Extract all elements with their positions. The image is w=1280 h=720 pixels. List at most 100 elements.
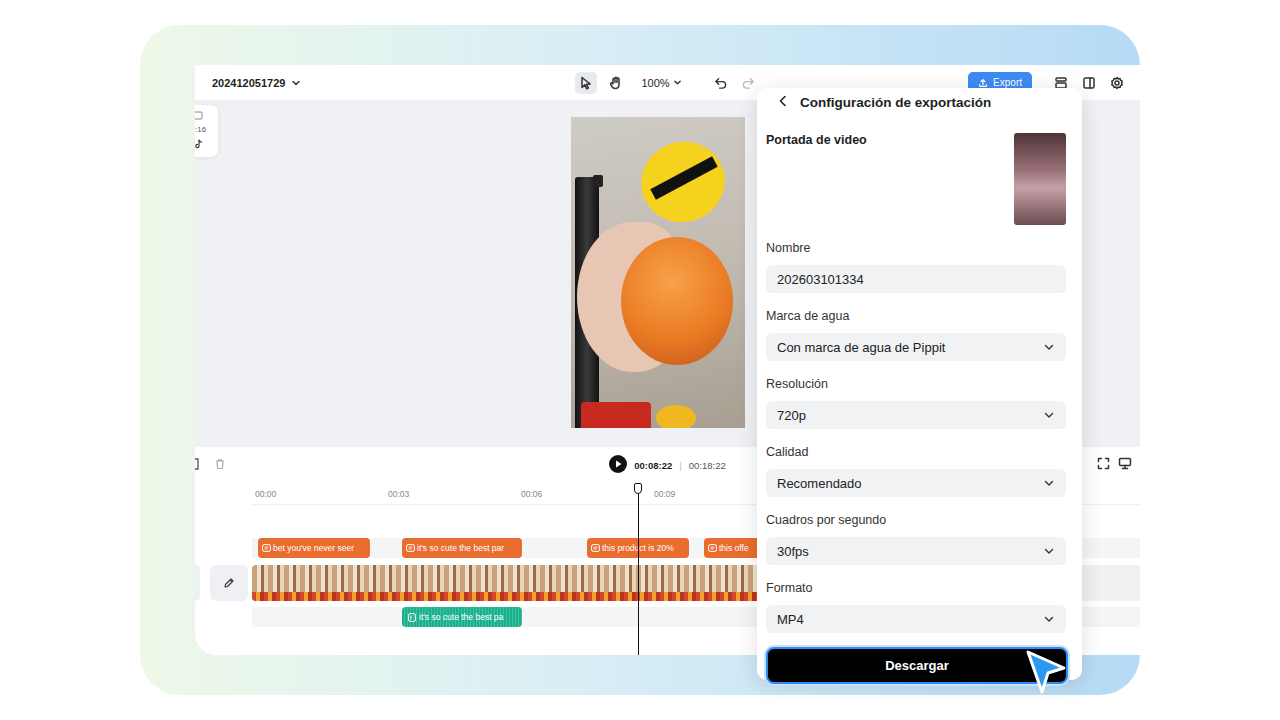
undo-button[interactable] bbox=[710, 72, 732, 94]
zoom-select[interactable]: 100% bbox=[641, 77, 681, 89]
total-time: 00:18:22 bbox=[689, 460, 726, 471]
setting-group: Nombre 202603101334 bbox=[766, 225, 1066, 293]
cover-thumbnail[interactable] bbox=[1014, 133, 1066, 225]
play-icon bbox=[609, 455, 627, 473]
panel-header: Configuración de exportación bbox=[766, 88, 1066, 116]
track-empty-area bbox=[1082, 565, 1140, 601]
playhead[interactable] bbox=[638, 483, 640, 655]
setting-select[interactable]: 30fps bbox=[766, 537, 1066, 565]
redo-icon bbox=[742, 76, 755, 89]
chevron-down-icon bbox=[291, 78, 301, 88]
audio-text: it's so cute the best pa bbox=[419, 612, 503, 622]
play-button[interactable] bbox=[609, 455, 627, 475]
tool-button[interactable] bbox=[575, 72, 597, 94]
caption-icon bbox=[708, 544, 717, 552]
split-panel-icon bbox=[1082, 76, 1096, 90]
setting-label: Nombre bbox=[766, 241, 1066, 255]
setting-label: Marca de agua bbox=[766, 309, 1066, 323]
setting-select[interactable]: Recomendado bbox=[766, 469, 1066, 497]
audio-clip[interactable]: it's so cute the best pa bbox=[402, 607, 522, 627]
chevron-down-icon bbox=[1043, 613, 1055, 625]
chevron-down-icon bbox=[1043, 341, 1055, 353]
ruler-label: 00:06 bbox=[521, 489, 542, 499]
hand-icon bbox=[609, 76, 623, 90]
setting-select[interactable]: 720p bbox=[766, 401, 1066, 429]
setting-select[interactable]: Con marca de agua de Pippit bbox=[766, 333, 1066, 361]
ruler-label: 00:00 bbox=[255, 489, 276, 499]
setting-value[interactable]: MP4 bbox=[777, 612, 804, 627]
setting-value[interactable]: 720p bbox=[777, 408, 806, 423]
panel-title: Configuración de exportación bbox=[800, 95, 991, 110]
setting-label: Cuadros por segundo bbox=[766, 513, 1066, 527]
project-title[interactable]: 202412051729 bbox=[212, 77, 285, 89]
pointer-icon bbox=[579, 76, 593, 90]
monitor-icon bbox=[1118, 457, 1132, 470]
setting-group: Cuadros por segundo 30fps bbox=[766, 497, 1066, 565]
redo-button[interactable] bbox=[738, 72, 760, 94]
tool-button[interactable] bbox=[605, 72, 627, 94]
playback-controls: 00:08:22 | 00:18:22 bbox=[609, 455, 725, 475]
download-button[interactable]: Descargar bbox=[766, 647, 1068, 684]
pole-top bbox=[593, 175, 603, 187]
setting-value[interactable]: Recomendado bbox=[777, 476, 862, 491]
caption-text: it's so cute the best par bbox=[417, 543, 504, 553]
canvas-tools: 100% bbox=[575, 72, 759, 94]
caption-icon bbox=[406, 544, 415, 552]
caption-clip[interactable]: this offe bbox=[704, 538, 762, 558]
delete-button[interactable] bbox=[214, 456, 226, 474]
tiktok-icon bbox=[195, 139, 203, 149]
playhead-handle[interactable] bbox=[634, 483, 642, 494]
edit-track-button[interactable] bbox=[210, 565, 248, 601]
fullscreen-button[interactable] bbox=[1097, 456, 1110, 474]
project-title-area[interactable]: 202412051729 bbox=[195, 77, 575, 89]
aspect-ratio-label[interactable]: :16 bbox=[195, 125, 206, 134]
trash-icon bbox=[214, 458, 226, 470]
current-time: 00:08:22 bbox=[634, 460, 672, 471]
caption-icon bbox=[262, 544, 271, 552]
setting-value[interactable]: 202603101334 bbox=[777, 272, 864, 287]
setting-label: Calidad bbox=[766, 445, 1066, 459]
caption-clip[interactable]: it's so cute the best par bbox=[402, 538, 522, 558]
caption-clip[interactable]: bet you've never seer bbox=[258, 538, 370, 558]
chevron-down-icon bbox=[1043, 409, 1055, 421]
video-preview[interactable] bbox=[571, 117, 745, 428]
caption-text: bet you've never seer bbox=[273, 543, 354, 553]
setting-label: Formato bbox=[766, 581, 1066, 595]
time-separator: | bbox=[679, 460, 681, 471]
voice-icon bbox=[408, 613, 416, 622]
name-input[interactable]: 202603101334 bbox=[766, 265, 1066, 293]
settings-button[interactable] bbox=[1106, 72, 1128, 94]
track-side-button[interactable] bbox=[195, 565, 200, 601]
cursor-icon bbox=[1020, 646, 1072, 698]
preview-monitor-button[interactable] bbox=[1118, 456, 1132, 474]
export-settings-panel: Configuración de exportaciónPortada de v… bbox=[757, 88, 1082, 680]
pencil-icon bbox=[223, 577, 235, 589]
chevron-down-icon bbox=[673, 78, 682, 87]
chevron-down-icon bbox=[1043, 545, 1055, 557]
gear-icon bbox=[1110, 76, 1124, 90]
setting-group: Calidad Recomendado bbox=[766, 429, 1066, 497]
red-base bbox=[581, 402, 651, 428]
caption-icon bbox=[591, 544, 600, 552]
setting-select[interactable]: MP4 bbox=[766, 605, 1066, 633]
setting-value[interactable]: Con marca de agua de Pippit bbox=[777, 340, 945, 355]
timeline-edit-tools bbox=[195, 456, 609, 474]
setting-group: Resolución720p bbox=[766, 361, 1066, 429]
burger bbox=[621, 237, 733, 365]
yellow-toy bbox=[656, 405, 696, 428]
fullscreen-icon bbox=[1097, 457, 1110, 470]
split-icon bbox=[195, 458, 200, 470]
split-button[interactable] bbox=[195, 456, 200, 474]
setting-value[interactable]: 30fps bbox=[777, 544, 809, 559]
ruler-label: 00:09 bbox=[654, 489, 675, 499]
setting-group: Formato MP4 bbox=[766, 565, 1066, 633]
export-label[interactable]: Export bbox=[993, 77, 1022, 88]
ratio-box-icon bbox=[195, 111, 203, 120]
back-button[interactable] bbox=[778, 95, 788, 110]
zoom-value[interactable]: 100% bbox=[641, 77, 669, 89]
chevron-down-icon bbox=[1043, 477, 1055, 489]
upload-icon bbox=[978, 78, 988, 88]
caption-text: this offe bbox=[719, 543, 749, 553]
panel-toggle-button[interactable] bbox=[1078, 72, 1100, 94]
aspect-card[interactable]: :16 bbox=[195, 105, 218, 157]
